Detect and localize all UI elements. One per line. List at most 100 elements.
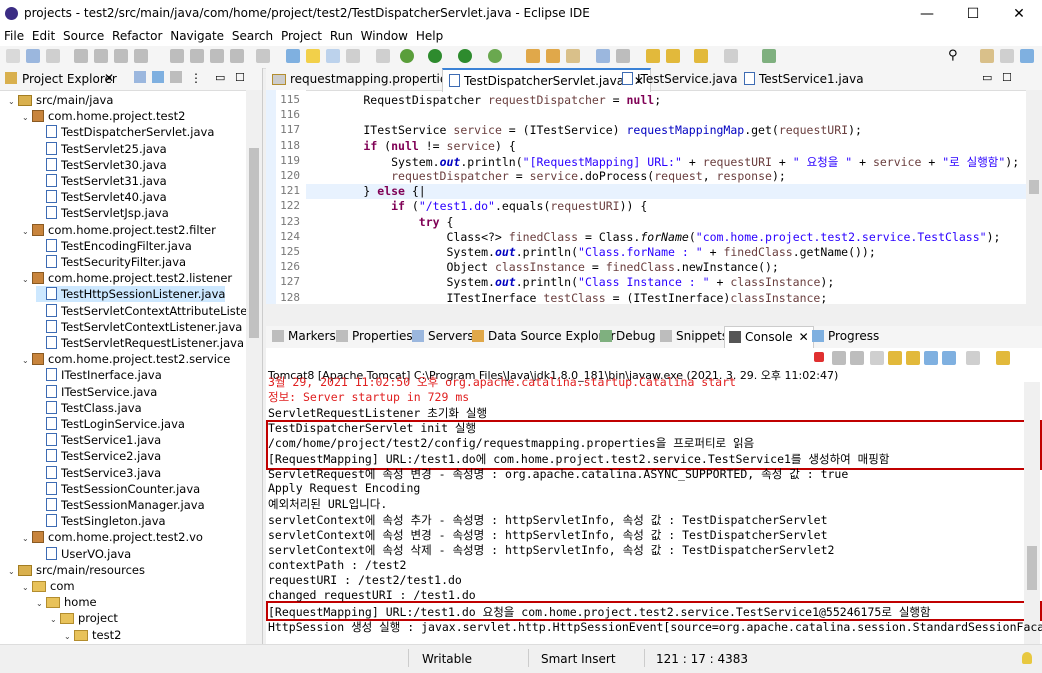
tree-item-folder[interactable]: ⌄ test2 bbox=[64, 627, 121, 643]
external-tools-icon[interactable] bbox=[488, 49, 502, 63]
tree-item-file[interactable]: TestEncodingFilter.java bbox=[36, 238, 192, 254]
tree-item-file[interactable]: TestLoginService.java bbox=[36, 416, 185, 432]
menu-refactor[interactable]: Refactor bbox=[108, 28, 162, 44]
tree-item-file[interactable]: ITestService.java bbox=[36, 384, 157, 400]
tree-item-folder[interactable]: ⌄ project bbox=[50, 610, 118, 626]
pin-editor-icon[interactable] bbox=[762, 49, 776, 63]
tree-item-package[interactable]: ⌄ com.home.project.test2.listener bbox=[22, 270, 232, 286]
tab-progress[interactable]: Progress bbox=[812, 329, 879, 343]
last-edit-icon[interactable] bbox=[694, 49, 708, 63]
minimize-view-icon[interactable]: ▭ bbox=[215, 71, 225, 84]
tree-item-file[interactable]: UserVO.java bbox=[36, 546, 131, 562]
show-formatting-icon[interactable] bbox=[376, 49, 390, 63]
tab-testservice1-java[interactable]: TestService1.java bbox=[738, 68, 870, 90]
save-icon[interactable] bbox=[26, 49, 40, 63]
minimize-button[interactable]: — bbox=[904, 0, 950, 28]
next-annotation-icon[interactable] bbox=[646, 49, 660, 63]
chevron-down-icon[interactable]: ⌄ bbox=[64, 629, 74, 645]
tree-item-package[interactable]: ⌄ com.home.project.test2.service bbox=[22, 351, 230, 367]
chevron-down-icon[interactable]: ⌄ bbox=[8, 94, 18, 110]
code-line[interactable]: System.out.println("[RequestMapping] URL… bbox=[308, 154, 1019, 170]
tab-data-source-explorer[interactable]: Data Source Explorer bbox=[472, 329, 615, 343]
code-line[interactable]: RequestDispatcher requestDispatcher = nu… bbox=[308, 93, 661, 107]
chevron-down-icon[interactable]: ⌄ bbox=[22, 110, 32, 126]
back-icon[interactable] bbox=[724, 49, 738, 63]
tab-properties[interactable]: Properties bbox=[336, 329, 413, 343]
menu-edit[interactable]: Edit bbox=[28, 28, 55, 44]
toggle-mark-occurrences-icon[interactable] bbox=[306, 49, 320, 63]
chevron-down-icon[interactable]: ⌄ bbox=[50, 612, 60, 628]
new-package-icon[interactable] bbox=[546, 49, 560, 63]
editor-scroll-thumb[interactable] bbox=[1029, 180, 1039, 194]
run-icon[interactable] bbox=[428, 49, 442, 63]
menu-run[interactable]: Run bbox=[326, 28, 353, 44]
tree-item-file[interactable]: TestSessionManager.java bbox=[36, 497, 205, 513]
code-line[interactable]: System.out.println("Class Instance : " +… bbox=[308, 275, 834, 289]
step-return-icon[interactable] bbox=[210, 49, 224, 63]
java-ee-perspective-icon[interactable] bbox=[1000, 49, 1014, 63]
terminate-icon[interactable] bbox=[134, 49, 148, 63]
maximize-editor-icon[interactable]: ☐ bbox=[1002, 71, 1012, 84]
code-line[interactable]: } else {| bbox=[308, 184, 425, 198]
code-line[interactable]: if ("/test1.do".equals(requestURI)) { bbox=[308, 199, 647, 213]
tree-item-file[interactable]: TestServletContextAttributeListe bbox=[36, 303, 247, 319]
view-menu-icon[interactable]: ⋮ bbox=[190, 71, 202, 85]
tree-item-package[interactable]: ⌄ com.home.project.test2.vo bbox=[22, 529, 203, 545]
tab-console[interactable]: Console ✕ bbox=[724, 326, 814, 349]
console-scroll-thumb[interactable] bbox=[1027, 546, 1037, 590]
tree-item-file[interactable]: TestServletJsp.java bbox=[36, 205, 169, 221]
use-step-filters-icon[interactable] bbox=[256, 49, 270, 63]
tree-item-file[interactable]: TestServlet30.java bbox=[36, 157, 167, 173]
collapse-all-icon[interactable] bbox=[134, 71, 146, 83]
project-explorer-scroll-thumb[interactable] bbox=[249, 148, 259, 338]
step-into-icon[interactable] bbox=[170, 49, 184, 63]
chevron-down-icon[interactable]: ⌄ bbox=[22, 531, 32, 547]
display-selected-console-icon[interactable] bbox=[966, 351, 980, 365]
tab-markers[interactable]: Markers bbox=[272, 329, 336, 343]
code-line[interactable]: Object classInstance = finedClass.newIns… bbox=[308, 260, 778, 274]
word-wrap-icon[interactable] bbox=[906, 351, 920, 365]
notification-bell-icon[interactable] bbox=[1022, 652, 1032, 664]
open-console-dropdown-icon[interactable] bbox=[996, 351, 1010, 365]
drop-to-frame-icon[interactable] bbox=[230, 49, 244, 63]
tab-debug[interactable]: Debug bbox=[600, 329, 655, 343]
resume-icon[interactable] bbox=[94, 49, 108, 63]
code-line[interactable]: requestDispatcher = service.doProcess(re… bbox=[308, 169, 786, 183]
link-with-editor-icon[interactable] bbox=[152, 71, 164, 83]
tree-item-file[interactable]: TestServletRequestListener.java bbox=[36, 335, 244, 351]
tree-item-file[interactable]: TestServlet25.java bbox=[36, 141, 167, 157]
tree-item-file[interactable]: ITestInerface.java bbox=[36, 367, 162, 383]
open-console-icon[interactable] bbox=[286, 49, 300, 63]
tree-item-folder[interactable]: ⌄ home bbox=[36, 594, 97, 610]
console-scrollbar[interactable] bbox=[1024, 382, 1040, 644]
terminate-console-icon[interactable] bbox=[814, 352, 824, 362]
new-icon[interactable] bbox=[6, 49, 20, 63]
menu-search[interactable]: Search bbox=[228, 28, 273, 44]
show-on-output-icon[interactable] bbox=[924, 351, 938, 365]
clear-console-icon[interactable] bbox=[870, 351, 884, 365]
new-java-project-icon[interactable] bbox=[526, 49, 540, 63]
code-line[interactable]: if (null != service) { bbox=[308, 139, 515, 153]
previous-annotation-icon[interactable] bbox=[666, 49, 680, 63]
tab-requestmapping-properties[interactable]: requestmapping.properties bbox=[266, 68, 460, 90]
new-class-icon[interactable] bbox=[566, 49, 580, 63]
scroll-lock-icon[interactable] bbox=[888, 351, 902, 365]
coverage-icon[interactable] bbox=[458, 49, 472, 63]
tree-item-file[interactable]: TestServlet40.java bbox=[36, 189, 167, 205]
chevron-down-icon[interactable]: ⌄ bbox=[8, 564, 18, 580]
code-line[interactable]: Class<?> finedClass = Class.forName("com… bbox=[308, 230, 1000, 244]
debug-perspective-icon[interactable] bbox=[1020, 49, 1034, 63]
skip-breakpoints-icon[interactable] bbox=[74, 49, 88, 63]
chevron-down-icon[interactable]: ⌄ bbox=[22, 580, 32, 596]
maximize-view-icon[interactable]: ☐ bbox=[235, 71, 245, 84]
tree-item-package[interactable]: ⌄ com.home.project.test2 bbox=[22, 108, 185, 124]
tree-item-file[interactable]: TestService1.java bbox=[36, 432, 161, 448]
suspend-icon[interactable] bbox=[114, 49, 128, 63]
chevron-down-icon[interactable]: ⌄ bbox=[22, 353, 32, 369]
menu-navigate[interactable]: Navigate bbox=[166, 28, 224, 44]
tree-item-file[interactable]: TestHttpSessionListener.java bbox=[36, 286, 226, 303]
open-type-icon[interactable] bbox=[596, 49, 610, 63]
chevron-down-icon[interactable]: ⌄ bbox=[36, 596, 46, 612]
close-console-icon[interactable]: ✕ bbox=[799, 330, 809, 344]
tree-item-file[interactable]: TestService3.java bbox=[36, 465, 161, 481]
